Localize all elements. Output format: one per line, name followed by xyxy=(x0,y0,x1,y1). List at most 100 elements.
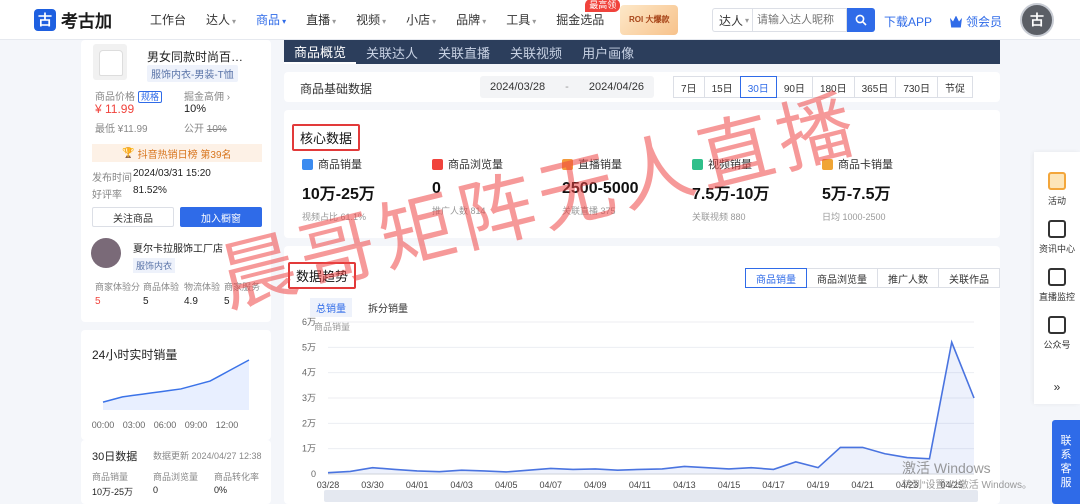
metric-4[interactable]: 商品卡销量 5万-7.5万 日均 1000-2500 xyxy=(822,156,952,223)
range-button[interactable]: 30日 xyxy=(739,76,777,98)
date-to: 2024/04/26 xyxy=(588,81,644,93)
shop-avatar[interactable] xyxy=(91,238,121,268)
realtime-x-tick: 06:00 xyxy=(154,420,177,430)
x-tick-label: 04/09 xyxy=(584,480,607,490)
metric-sub: 日均 1000-2500 xyxy=(822,212,886,222)
range-button[interactable]: 90日 xyxy=(775,76,813,98)
right-bar-item-2[interactable]: 直播监控 xyxy=(1034,268,1080,303)
chart-scroll-bar[interactable] xyxy=(324,490,978,502)
chart-icon xyxy=(302,158,313,170)
metric-1[interactable]: 商品浏览量 0 推广人数 814 xyxy=(432,156,562,217)
tab-4[interactable]: 用户画像 xyxy=(572,40,644,64)
chevron-down-icon: ▾ xyxy=(332,17,337,26)
x-tick-label: 04/21 xyxy=(851,480,874,490)
range-button[interactable]: 15日 xyxy=(703,76,741,98)
right-bar-item-1[interactable]: 资讯中心 xyxy=(1034,220,1080,255)
follow-product-button[interactable]: 关注商品 xyxy=(92,207,174,227)
core-data-title: 核心数据 xyxy=(292,124,361,151)
metric-label: 商品浏览量 xyxy=(448,159,503,171)
chevron-down-icon: ▾ xyxy=(282,17,287,26)
search-input[interactable] xyxy=(752,8,847,32)
range-button[interactable]: 365日 xyxy=(853,76,897,98)
user-avatar[interactable]: 古 xyxy=(1020,3,1054,37)
search-type-select[interactable]: 达人 ▾ xyxy=(712,8,752,32)
trend-tabs: 商品销量 商品浏览量 推广人数 关联作品 xyxy=(745,268,1000,288)
range-button[interactable]: 7日 xyxy=(673,76,705,98)
spec-tag[interactable]: 规格 xyxy=(138,91,163,103)
metric-sub: 视频占比 61.1% xyxy=(302,212,367,222)
y-tick-label: 3万 xyxy=(302,393,316,403)
nav-item-7[interactable]: 工具 ▾ xyxy=(496,11,546,28)
logo[interactable]: 古 考古加 xyxy=(34,7,134,32)
commission-value: 10% xyxy=(184,103,207,115)
service-char: 系 xyxy=(1060,449,1072,461)
nav-item-8[interactable]: 掘金选品 最高领 xyxy=(546,0,621,28)
product-image[interactable] xyxy=(93,44,127,80)
30day-label: 商品转化率 xyxy=(214,472,260,482)
shop-score-value: 5 xyxy=(95,296,101,307)
realtime-area xyxy=(103,360,249,410)
rank-badge[interactable]: 🏆 抖音热销日榜 第39名 xyxy=(92,144,262,162)
metric-2[interactable]: 直播销量 2500-5000 关联直播 375 xyxy=(562,156,692,217)
trend-tab[interactable]: 推广人数 xyxy=(877,268,939,288)
date-range-picker[interactable]: 2024/03/28 - 2024/04/26 xyxy=(480,76,654,98)
trend-tab[interactable]: 商品浏览量 xyxy=(806,268,878,288)
add-to-window-button[interactable]: 加入橱窗 xyxy=(180,207,262,227)
metric-0[interactable]: 商品销量 10万-25万 视频占比 61.1% xyxy=(302,156,432,223)
realtime-chart: 00:00 03:00 06:00 09:00 12:00 xyxy=(92,359,250,430)
series-area xyxy=(328,342,974,474)
shop-name[interactable]: 夏尔卡拉服饰工厂店 xyxy=(133,240,223,255)
gift-icon xyxy=(1048,172,1066,190)
nav-item-0[interactable]: 工作台 xyxy=(140,11,196,28)
rating-label: 好评率 xyxy=(92,190,122,201)
nav-item-3[interactable]: 直播 ▾ xyxy=(296,11,346,28)
x-tick-label: 04/17 xyxy=(762,480,785,490)
promo-banner[interactable]: ROI 大爆款 xyxy=(620,4,679,35)
service-char: 服 xyxy=(1060,477,1072,489)
download-app-link[interactable]: 下载APP xyxy=(884,13,932,30)
right-bar-item-3[interactable]: 公众号 xyxy=(1034,316,1080,351)
realtime-x-tick: 00:00 xyxy=(92,420,115,430)
news-icon xyxy=(1048,220,1066,238)
30day-value: 10万-25万 xyxy=(92,487,134,497)
vip-link[interactable]: 领会员 xyxy=(950,13,1002,30)
right-bar-item-0[interactable]: 活动 xyxy=(1034,172,1080,207)
metric-label: 直播销量 xyxy=(578,159,622,171)
search-button[interactable] xyxy=(847,8,875,32)
trend-chart: 商品销量 0 1万 2万 3万 4万 5万 6万 03/28 03/30 04/01 04/03 04/… xyxy=(302,317,978,502)
tab-1[interactable]: 关联达人 xyxy=(356,40,428,64)
promo-text: ROI 大爆款 xyxy=(629,14,670,24)
wechat-icon xyxy=(1048,316,1066,334)
card-icon xyxy=(822,158,833,170)
date-sep: - xyxy=(565,81,569,93)
product-name[interactable]: 男女同款时尚百… xyxy=(147,48,267,65)
chevron-down-icon: ▾ xyxy=(532,17,537,26)
right-bar-expand[interactable]: » xyxy=(1034,380,1080,394)
service-char: 客 xyxy=(1060,463,1072,475)
trend-tab[interactable]: 商品销量 xyxy=(745,268,807,288)
low-price: 最低 ¥11.99 xyxy=(95,124,148,135)
nav-item-4[interactable]: 视频 ▾ xyxy=(346,11,396,28)
tab-2[interactable]: 关联直播 xyxy=(428,40,500,64)
range-button[interactable]: 180日 xyxy=(811,76,855,98)
nav-item-2[interactable]: 商品 ▾ xyxy=(246,11,296,28)
nav-item-1[interactable]: 达人 ▾ xyxy=(196,11,246,28)
rating-value: 81.52% xyxy=(133,185,167,196)
contact-service-button[interactable]: 联系客服 xyxy=(1052,420,1080,504)
shop-score-value: 5 xyxy=(143,296,149,307)
logo-mark-icon: 古 xyxy=(34,8,56,31)
tab-0[interactable]: 商品概览 xyxy=(284,40,357,64)
30day-label: 商品浏览量 xyxy=(153,472,199,482)
tab-3[interactable]: 关联视频 xyxy=(500,40,572,64)
video-icon xyxy=(692,158,703,170)
price-label: 商品价格 规格 xyxy=(95,88,163,103)
x-tick-label: 04/13 xyxy=(673,480,696,490)
nav-item-6[interactable]: 品牌 ▾ xyxy=(446,11,496,28)
nav-item-5[interactable]: 小店 ▾ xyxy=(396,11,446,28)
range-button[interactable]: 730日 xyxy=(895,76,938,98)
metric-value: 5万-7.5万 xyxy=(822,186,891,203)
trend-tab[interactable]: 关联作品 xyxy=(938,268,1000,288)
chevron-down-icon: ▾ xyxy=(232,17,237,26)
metric-3[interactable]: 视频销量 7.5万-10万 关联视频 880 xyxy=(692,156,822,223)
range-button[interactable]: 节促 xyxy=(937,76,973,98)
